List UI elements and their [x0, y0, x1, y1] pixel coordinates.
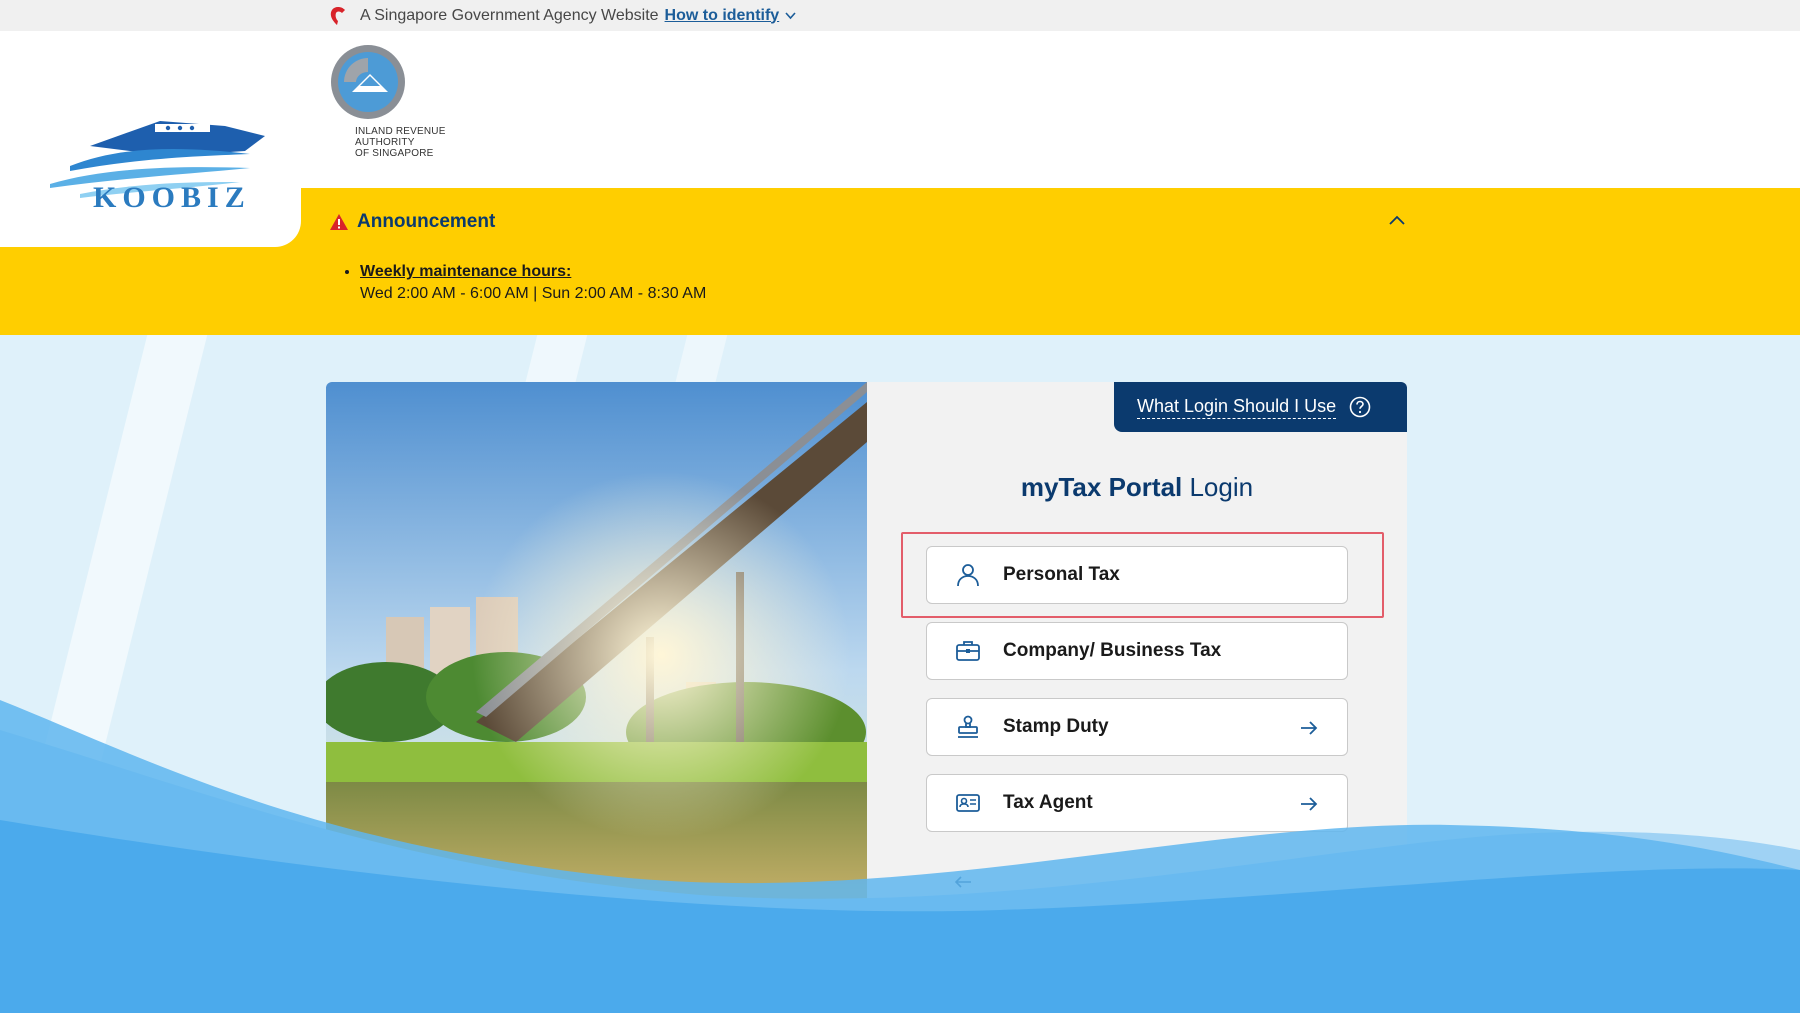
gov-masthead: A Singapore Government Agency Website Ho… — [0, 0, 1800, 31]
iras-wordmark: INLAND REVENUE AUTHORITY OF SINGAPORE — [355, 126, 446, 159]
briefcase-icon — [956, 641, 980, 661]
announcement-list: Weekly maintenance hours: Wed 2:00 AM - … — [342, 261, 706, 305]
chevron-down-icon[interactable] — [785, 11, 796, 20]
person-icon — [957, 564, 979, 587]
question-circle-icon — [1349, 396, 1371, 418]
maintenance-heading-link[interactable]: Weekly maintenance hours: — [360, 261, 706, 283]
list-item: Weekly maintenance hours: Wed 2:00 AM - … — [360, 261, 706, 305]
chevron-up-icon[interactable] — [1388, 214, 1406, 226]
option-label: Company/ Business Tax — [1003, 640, 1222, 661]
warning-icon — [330, 214, 348, 230]
announcement-title[interactable]: Announcement — [329, 211, 495, 233]
decorative-waves — [0, 700, 1800, 1013]
maintenance-hours-text: Wed 2:00 AM - 6:00 AM | Sun 2:00 AM - 8:… — [360, 285, 707, 302]
company-business-tax-button[interactable]: Company/ Business Tax — [926, 622, 1348, 680]
personal-tax-button[interactable]: Personal Tax — [926, 546, 1348, 604]
lion-head-icon — [330, 6, 345, 25]
option-label: Personal Tax — [1003, 564, 1120, 585]
how-to-identify-link[interactable]: How to identify — [665, 7, 780, 25]
masthead-text: A Singapore Government Agency Website — [360, 6, 659, 24]
koobiz-wordmark: KOOBIZ — [93, 181, 251, 214]
koobiz-watermark: KOOBIZ — [0, 31, 301, 247]
portal-title: myTax Portal Login — [1020, 472, 1254, 502]
what-login-help-button[interactable]: What Login Should I Use — [1114, 382, 1407, 432]
